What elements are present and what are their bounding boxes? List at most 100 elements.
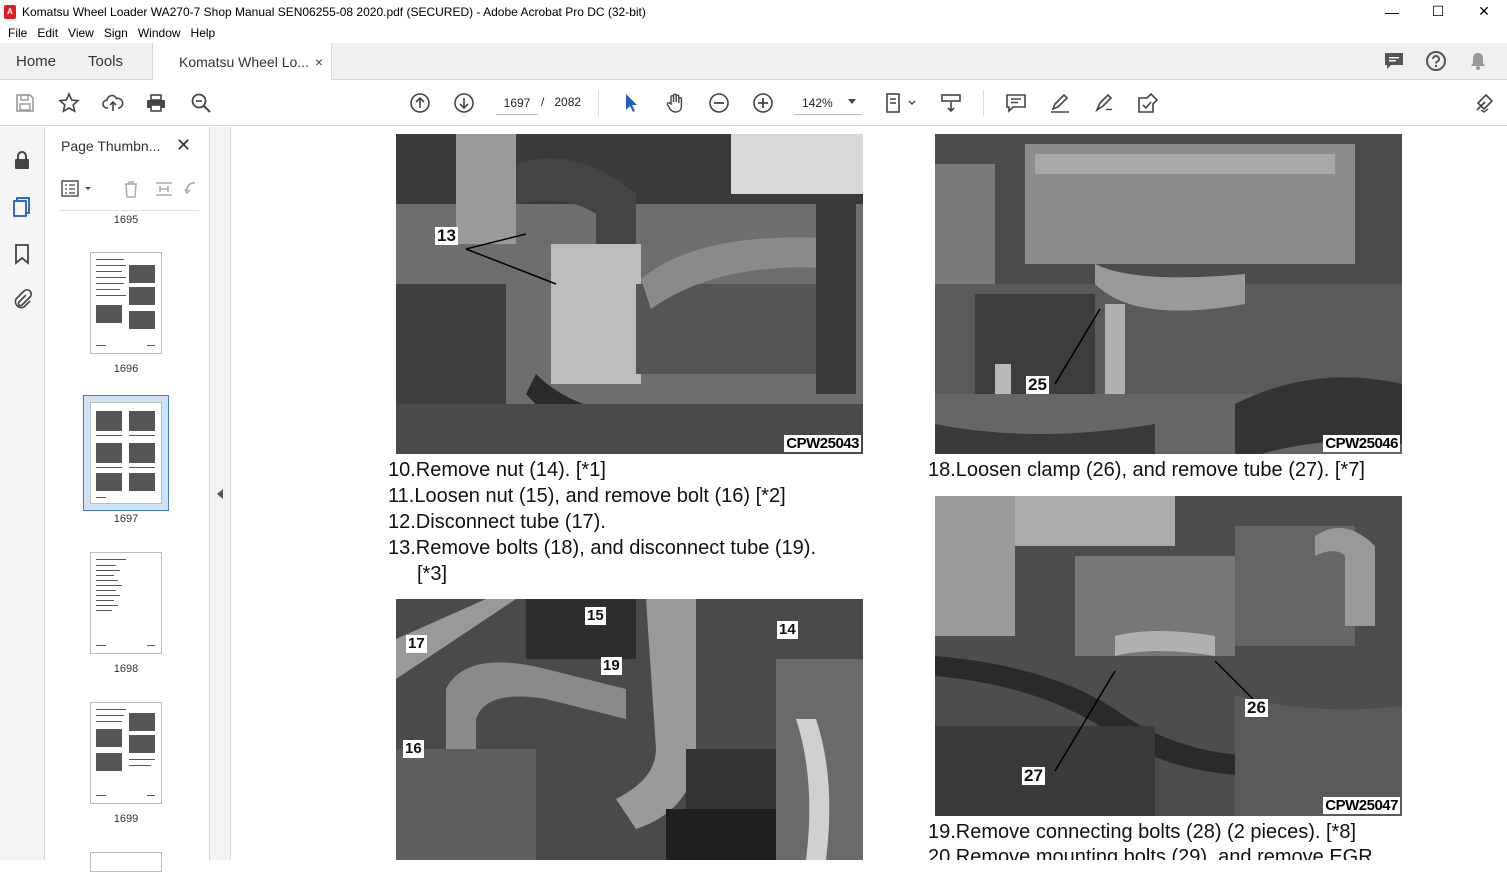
- maximize-button[interactable]: ☐: [1415, 0, 1461, 23]
- thumb-text: [96, 600, 114, 601]
- print-icon[interactable]: [144, 91, 168, 115]
- toolbar-divider: [983, 90, 984, 116]
- thumb-text: [96, 467, 122, 468]
- zoom-out-icon[interactable]: [707, 91, 731, 115]
- next-page-icon[interactable]: [452, 91, 476, 115]
- share-link-icon[interactable]: [1472, 91, 1496, 115]
- thumb-text: [129, 467, 155, 468]
- thumbnail-page[interactable]: [90, 852, 162, 872]
- zoom-search-icon[interactable]: [189, 91, 213, 115]
- thumbnail-page[interactable]: [90, 552, 162, 654]
- photo-figure: 15 14 17 19 16: [396, 599, 863, 860]
- save-icon[interactable]: [13, 91, 37, 115]
- thumb-image: [129, 411, 155, 431]
- scroll-mode-icon[interactable]: [939, 91, 963, 115]
- thumbnail-page[interactable]: [90, 252, 162, 354]
- attachment-paperclip-icon[interactable]: [11, 288, 33, 310]
- tab-document-label: Komatsu Wheel Lo...: [179, 54, 309, 70]
- thumb-text: [96, 585, 122, 586]
- thumb-image: [96, 305, 122, 323]
- tab-close-icon[interactable]: ×: [315, 54, 323, 70]
- figure-code: CPW25047: [1323, 797, 1400, 814]
- tab-bar: Home Tools Komatsu Wheel Lo... ×: [0, 43, 1507, 81]
- thumb-text: [96, 559, 126, 560]
- thumbnail-page[interactable]: [90, 702, 162, 804]
- callout-label: 26: [1245, 698, 1268, 717]
- menu-help[interactable]: Help: [191, 26, 216, 40]
- page-number-input[interactable]: 1697: [496, 91, 538, 115]
- step-text: 13.Remove bolts (18), and disconnect tub…: [388, 537, 817, 559]
- rotate-page-icon[interactable]: [183, 179, 199, 199]
- thumb-image: [129, 287, 155, 305]
- notification-bell-icon[interactable]: [1467, 50, 1489, 72]
- menu-bar: File Edit View Sign Window Help: [0, 23, 1507, 43]
- thumb-text: [96, 610, 112, 611]
- close-window-button[interactable]: ✕: [1461, 0, 1507, 23]
- thumb-text: [96, 283, 124, 284]
- thumb-image: [129, 735, 155, 753]
- thumb-text: [96, 575, 114, 576]
- panel-close-icon[interactable]: ✕: [176, 135, 191, 156]
- menu-view[interactable]: View: [68, 26, 94, 40]
- thumb-text: [96, 595, 120, 596]
- thumb-footer: [147, 345, 155, 346]
- select-cursor-icon[interactable]: [619, 91, 643, 115]
- step-text: 18.Loosen clamp (26), and remove tube (2…: [928, 459, 1365, 481]
- step-text: 10.Remove nut (14). [*1]: [388, 459, 606, 481]
- upload-cloud-icon[interactable]: [101, 91, 125, 115]
- toolbar-divider: [598, 90, 599, 116]
- thumbnail-label: 1696: [113, 363, 139, 375]
- comment-icon[interactable]: [1383, 50, 1405, 72]
- photo-figure: 25 CPW25046: [935, 134, 1402, 454]
- thumbnail-label: 1698: [113, 663, 139, 675]
- insert-page-icon[interactable]: [154, 179, 174, 199]
- add-comment-icon[interactable]: [1004, 91, 1028, 115]
- menu-sign[interactable]: Sign: [104, 26, 128, 40]
- callout-label: 13: [435, 226, 458, 245]
- panel-collapse-bar[interactable]: [210, 127, 231, 860]
- thumb-image: [96, 473, 122, 491]
- photo-figure: 26 27 CPW25047: [935, 496, 1402, 816]
- lock-icon[interactable]: [11, 149, 33, 171]
- step-text: 11.Loosen nut (15), and remove bolt (16)…: [388, 485, 786, 507]
- main-toolbar: 1697 / 2082 142%: [0, 80, 1507, 126]
- thumb-text: [96, 435, 122, 436]
- thumbnail-label: 1695: [113, 214, 139, 226]
- thumb-footer: [96, 645, 106, 646]
- zoom-in-icon[interactable]: [751, 91, 775, 115]
- thumbnail-options-icon[interactable]: [61, 180, 95, 198]
- document-view[interactable]: 13 CPW25043 25 CPW25046 10.Remove nut (1…: [231, 127, 1507, 860]
- thumbnails-panel: Page Thumbn... ✕ 1695 1696 1697 1698 169…: [45, 127, 247, 872]
- highlight-pen-icon[interactable]: [1048, 91, 1072, 115]
- page-view-icon[interactable]: [884, 91, 918, 115]
- fill-sign-icon[interactable]: [1136, 91, 1160, 115]
- page-thumbnails-icon[interactable]: [11, 196, 33, 218]
- delete-page-icon[interactable]: [121, 179, 141, 199]
- hand-tool-icon[interactable]: [663, 91, 687, 115]
- bookmark-star-icon[interactable]: [57, 91, 81, 115]
- step-text: 20.Remove mounting bolts (29), and remov…: [928, 846, 1373, 860]
- previous-page-icon[interactable]: [408, 91, 432, 115]
- menu-window[interactable]: Window: [138, 26, 181, 40]
- thumbnail-page-current[interactable]: [90, 402, 162, 504]
- thumb-text: [96, 605, 118, 606]
- thumb-image: [129, 265, 155, 283]
- callout-label: 25: [1026, 375, 1049, 394]
- tab-home[interactable]: Home: [16, 43, 56, 80]
- zoom-level-select[interactable]: 142%: [794, 91, 862, 115]
- menu-edit[interactable]: Edit: [37, 26, 58, 40]
- tab-document[interactable]: Komatsu Wheel Lo... ×: [152, 43, 332, 81]
- panel-title: Page Thumbn...: [61, 138, 161, 154]
- thumb-image: [129, 473, 155, 491]
- draw-sign-icon[interactable]: [1092, 91, 1116, 115]
- help-icon[interactable]: [1425, 50, 1447, 72]
- figure-code: CPW25043: [784, 435, 861, 452]
- tab-tools[interactable]: Tools: [88, 43, 123, 80]
- menu-file[interactable]: File: [8, 26, 27, 40]
- minimize-button[interactable]: —: [1369, 0, 1415, 23]
- callout-label: 14: [777, 621, 798, 639]
- bookmarks-icon[interactable]: [11, 243, 33, 265]
- thumb-image: [96, 729, 122, 747]
- thumbnail-label: 1697: [113, 513, 139, 525]
- thumb-text: [96, 565, 116, 566]
